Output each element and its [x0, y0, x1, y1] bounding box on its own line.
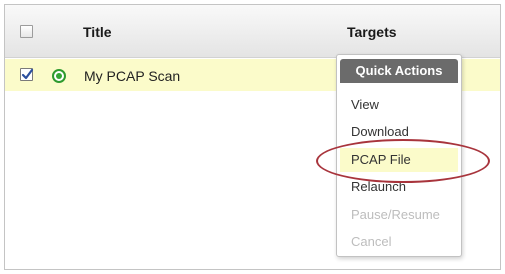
select-all-checkbox[interactable]	[20, 25, 33, 38]
menu-item-relaunch[interactable]: Relaunch	[340, 175, 458, 199]
menu-item-pcap-file[interactable]: PCAP File	[340, 148, 458, 172]
column-header-targets[interactable]: Targets	[347, 24, 397, 40]
table-header: Title Targets	[5, 5, 500, 58]
quick-actions-button[interactable]: Quick Actions	[340, 59, 458, 83]
column-header-title[interactable]: Title	[83, 24, 112, 40]
status-running-icon	[52, 69, 66, 83]
row-checkbox[interactable]	[20, 68, 34, 81]
checkmark-icon	[21, 68, 34, 80]
menu-item-cancel: Cancel	[351, 234, 392, 249]
quick-actions-menu: Quick Actions View Download PCAP File Re…	[336, 54, 462, 257]
menu-item-download[interactable]: Download	[340, 120, 458, 144]
menu-item-pause-resume: Pause/Resume	[351, 207, 440, 222]
menu-item-view[interactable]: View	[340, 93, 458, 117]
row-title[interactable]: My PCAP Scan	[84, 68, 180, 84]
